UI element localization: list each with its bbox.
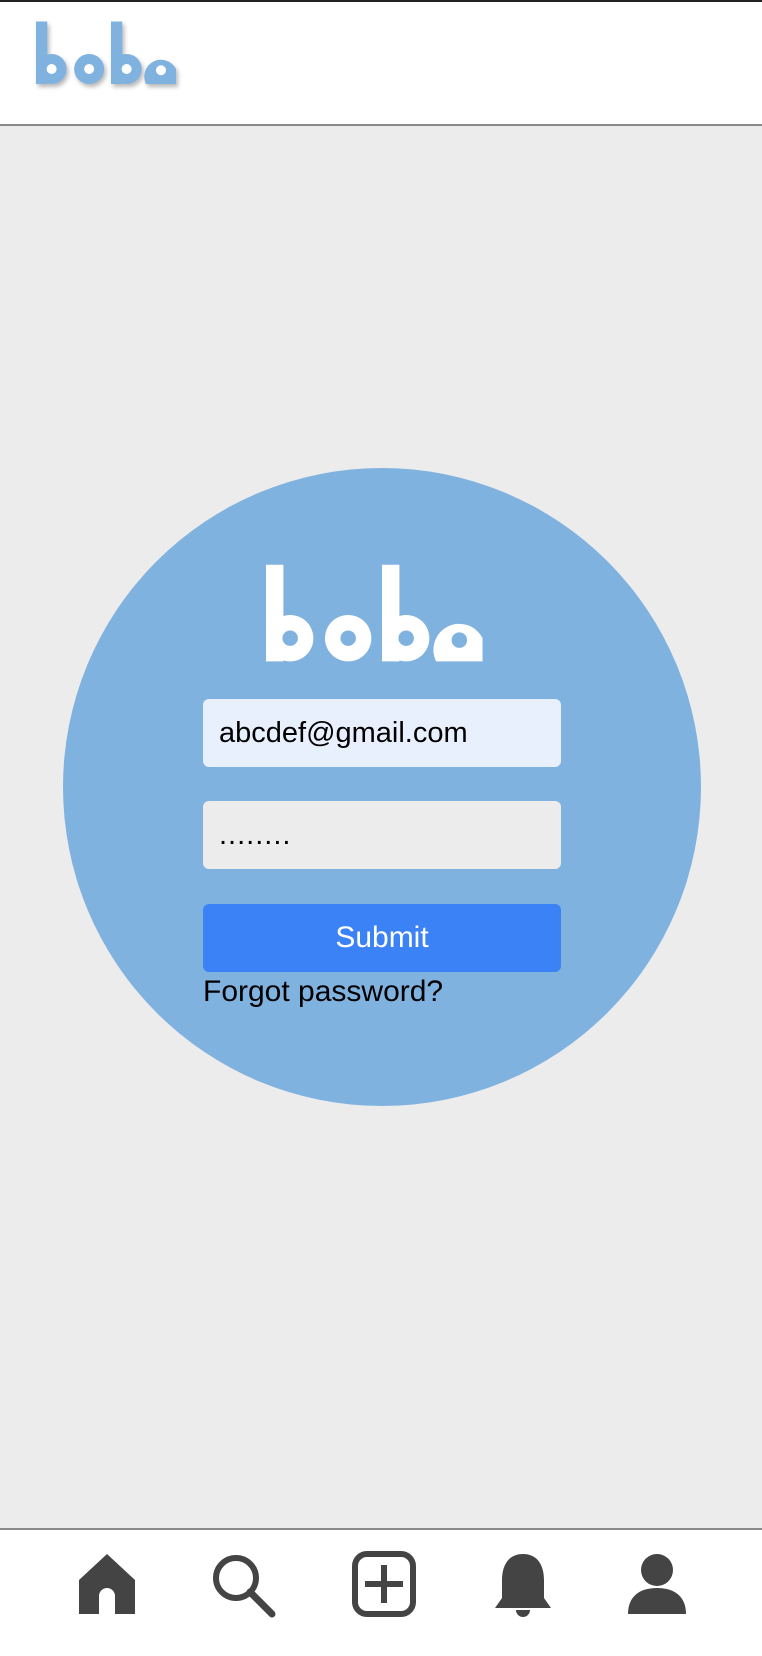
home-icon — [79, 1554, 135, 1614]
bell-icon — [495, 1554, 551, 1617]
user-icon — [628, 1554, 686, 1614]
boba-logo-center — [266, 564, 483, 662]
nav-home[interactable] — [72, 1550, 142, 1620]
top-bar — [0, 0, 762, 126]
password-field[interactable]: ........ — [203, 801, 561, 869]
nav-add[interactable] — [350, 1550, 420, 1620]
boba-logo[interactable] — [36, 18, 186, 90]
search-icon — [213, 1555, 276, 1618]
bottom-nav — [0, 1528, 762, 1656]
submit-button[interactable]: Submit — [203, 904, 561, 972]
forgot-password-link[interactable]: Forgot password? — [203, 975, 443, 1009]
email-field[interactable] — [203, 699, 561, 767]
nav-search[interactable] — [208, 1550, 278, 1620]
nav-profile[interactable] — [622, 1550, 692, 1620]
add-icon — [352, 1551, 416, 1617]
nav-notifications[interactable] — [488, 1550, 558, 1620]
